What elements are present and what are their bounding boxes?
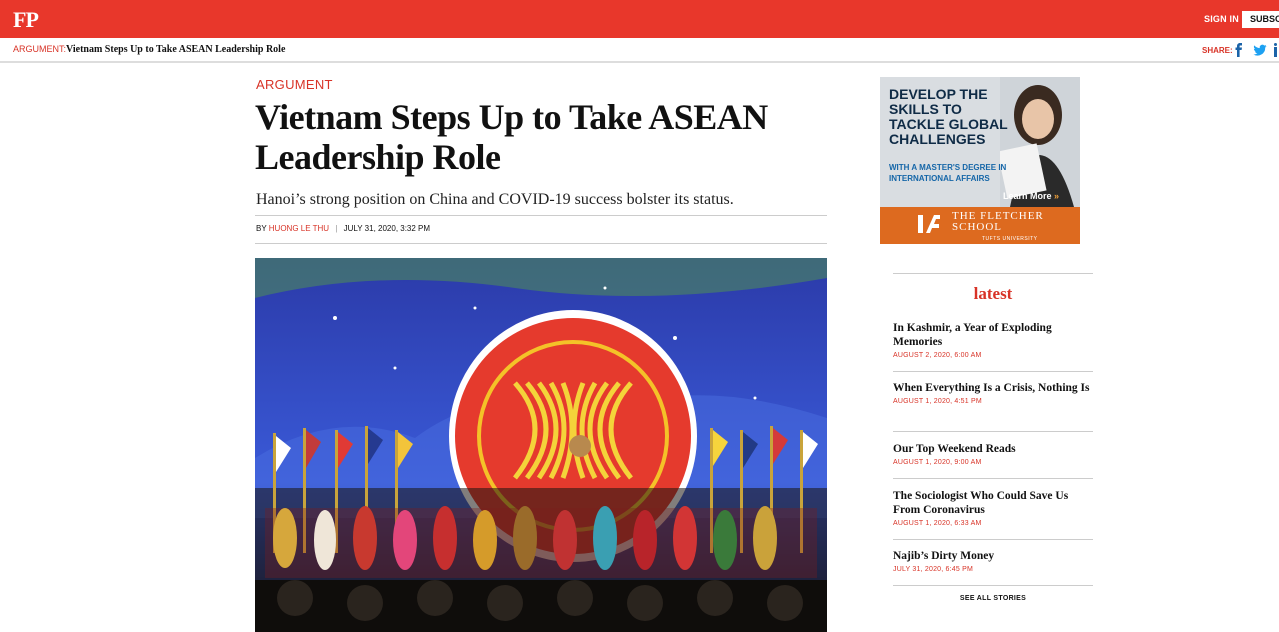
latest-story[interactable]: In Kashmir, a Year of Exploding Memories… [893, 321, 1093, 359]
fletcher-logo-icon [918, 215, 940, 233]
divider [255, 215, 827, 216]
byline-separator: | [335, 224, 338, 233]
author-link[interactable]: HUONG LE THU [269, 224, 329, 233]
byline-by: BY [256, 224, 267, 233]
latest-story[interactable]: When Everything Is a Crisis, Nothing Is … [893, 381, 1093, 405]
hero-photo-illustration [255, 258, 827, 632]
ad-school-name: THE FLETCHER SCHOOL [952, 210, 1044, 233]
latest-story-title[interactable]: When Everything Is a Crisis, Nothing Is [893, 381, 1093, 395]
see-all-stories-link[interactable]: SEE ALL STORIES [893, 595, 1093, 602]
ad-learn-more-label: Learn More [1003, 191, 1052, 201]
chevron-right-icon: » [1054, 191, 1060, 201]
breadcrumb: ARGUMENT:Vietnam Steps Up to Take ASEAN … [13, 44, 285, 55]
subscribe-button[interactable]: SUBSCRIBE [1242, 11, 1279, 28]
latest-heading: latest [973, 284, 1013, 303]
story-divider [893, 585, 1093, 586]
story-divider [893, 371, 1093, 372]
publish-date: JULY 31, 2020, 3:32 PM [343, 224, 431, 233]
facebook-icon[interactable] [1232, 43, 1246, 57]
linkedin-icon[interactable] [1274, 43, 1279, 57]
latest-story[interactable]: Najib’s Dirty Money JULY 31, 2020, 6:45 … [893, 549, 1093, 573]
ad-headline: DEVELOP THE SKILLS TO TACKLE GLOBAL CHAL… [889, 86, 1008, 147]
ad-university: TUFTS UNIVERSITY [982, 236, 1038, 242]
sign-in-link[interactable]: SIGN IN [1204, 14, 1239, 24]
article-dek: Hanoi’s strong position on China and COV… [256, 191, 734, 208]
latest-story-title[interactable]: The Sociologist Who Could Save Us From C… [893, 489, 1093, 517]
breadcrumb-title: Vietnam Steps Up to Take ASEAN Leadershi… [66, 44, 286, 55]
latest-story-title[interactable]: Najib’s Dirty Money [893, 549, 1093, 563]
fletcher-school-ad[interactable]: DEVELOP THE SKILLS TO TACKLE GLOBAL CHAL… [880, 77, 1080, 244]
ad-footer: THE FLETCHER SCHOOL TUFTS UNIVERSITY [880, 207, 1080, 244]
latest-story-title[interactable]: In Kashmir, a Year of Exploding Memories [893, 321, 1093, 349]
latest-story[interactable]: Our Top Weekend Reads AUGUST 1, 2020, 9:… [893, 442, 1093, 466]
story-divider [893, 431, 1093, 432]
ad-learn-more-button[interactable]: Learn More » [1003, 191, 1059, 201]
latest-story[interactable]: The Sociologist Who Could Save Us From C… [893, 489, 1093, 527]
article-kicker[interactable]: ARGUMENT [256, 77, 333, 92]
latest-top-divider [893, 273, 1093, 274]
ad-subtext: WITH A MASTER'S DEGREE IN INTERNATIONAL … [889, 163, 1007, 183]
byline: BY HUONG LE THU | JULY 31, 2020, 3:32 PM [256, 224, 430, 233]
latest-story-date: AUGUST 1, 2020, 6:33 AM [893, 520, 982, 527]
hero-image [255, 258, 827, 632]
latest-story-title[interactable]: Our Top Weekend Reads [893, 442, 1093, 456]
share-label: SHARE: [1202, 46, 1233, 55]
latest-story-date: JULY 31, 2020, 6:45 PM [893, 566, 974, 573]
fp-logo[interactable]: FP [13, 7, 39, 33]
top-bar: FP SIGN IN SUBSCRIBE [0, 0, 1279, 38]
breadcrumb-kicker[interactable]: ARGUMENT: [13, 44, 66, 54]
story-divider [893, 478, 1093, 479]
latest-story-date: AUGUST 2, 2020, 6:00 AM [893, 352, 982, 359]
article-headline: Vietnam Steps Up to Take ASEAN Leadershi… [255, 97, 768, 177]
story-divider [893, 539, 1093, 540]
ad-person-illustration [1000, 77, 1080, 207]
latest-story-date: AUGUST 1, 2020, 4:51 PM [893, 398, 982, 405]
latest-story-date: AUGUST 1, 2020, 9:00 AM [893, 459, 982, 466]
twitter-icon[interactable] [1253, 43, 1267, 57]
divider [255, 243, 827, 244]
article-subbar: ARGUMENT:Vietnam Steps Up to Take ASEAN … [0, 38, 1279, 63]
